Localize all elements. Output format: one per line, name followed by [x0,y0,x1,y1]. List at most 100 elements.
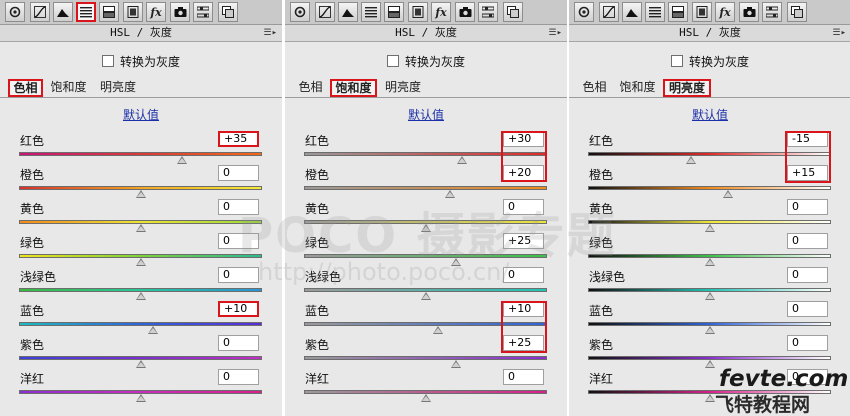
toolbar-button-fx[interactable]: fx [146,2,166,22]
slider-row-blue: 蓝色 +10 [0,301,282,335]
highlight-box-blue-purple [501,301,547,353]
slider-thumb[interactable] [704,394,715,402]
toolbar-button-mountain[interactable] [53,2,73,22]
slider-thumb[interactable] [135,292,146,300]
toolbar-button-mountain[interactable] [622,2,642,22]
toolbar-button-camera[interactable] [290,2,310,22]
toolbar-button-lens[interactable] [692,2,712,22]
convert-grayscale-row[interactable]: 转换为灰度 [569,52,850,70]
toolbar-button-snapshots[interactable] [503,2,523,22]
toolbar-button-fx[interactable]: fx [431,2,451,22]
tab-saturation[interactable]: 饱和度 [45,79,92,97]
toolbar-button-curve[interactable] [599,2,619,22]
toolbar-button-hsl[interactable] [361,2,381,22]
toolbar-button-split-tone[interactable] [384,2,404,22]
slider-label: 蓝色 [589,304,614,318]
slider-thumb[interactable] [135,190,146,198]
slider-value-field[interactable]: 0 [787,199,828,215]
slider-thumb[interactable] [420,394,431,402]
slider-track[interactable] [304,356,547,360]
slider-value-field[interactable]: 0 [218,267,259,283]
slider-thumb[interactable] [147,326,158,334]
tab-luminance[interactable]: 明亮度 [379,79,427,97]
toolbar-button-camera[interactable] [5,2,25,22]
tab-saturation[interactable]: 饱和度 [614,79,661,97]
toolbar-button-curve[interactable] [30,2,50,22]
toolbar-button-split-tone[interactable] [668,2,688,22]
slider-value-field[interactable]: 0 [503,369,544,385]
toolbar-button-presets[interactable] [478,2,498,22]
slider-track[interactable] [19,152,262,156]
default-link[interactable]: 默认值 [569,106,850,123]
slider-thumb[interactable] [420,292,431,300]
toolbar-button-camera-calibration[interactable] [455,2,475,22]
tab-luminance[interactable]: 明亮度 [94,79,142,97]
tab-hue[interactable]: 色相 [293,79,328,97]
convert-grayscale-checkbox[interactable] [386,55,399,67]
tab-luminance[interactable]: 明亮度 [663,79,711,97]
toolbar-button-hsl[interactable] [645,2,665,22]
slider-thumb[interactable] [432,326,443,334]
slider-thumb[interactable] [704,360,715,368]
slider-thumb[interactable] [704,258,715,266]
slider-label: 橙色 [589,168,614,182]
toolbar-button-camera[interactable] [574,2,594,22]
slider-track[interactable] [19,322,262,326]
slider-value-field[interactable]: 0 [787,233,828,249]
toolbar-button-fx[interactable]: fx [715,2,735,22]
toolbar-button-split-tone[interactable] [99,2,119,22]
toolbar-button-presets[interactable] [193,2,213,22]
slider-thumb[interactable] [135,224,146,232]
slider-thumb[interactable] [704,326,715,334]
slider-value-field[interactable]: 0 [218,369,259,385]
slider-thumb[interactable] [135,258,146,266]
slider-value-field[interactable]: 0 [218,335,259,351]
tab-hue[interactable]: 色相 [577,79,612,97]
toolbar-button-mountain[interactable] [338,2,358,22]
toolbar-button-camera-calibration[interactable] [170,2,190,22]
slider-thumb[interactable] [135,394,146,402]
default-link[interactable]: 默认值 [285,106,567,123]
hsl-icon [80,6,92,18]
toolbar-button-curve[interactable] [315,2,335,22]
slider-thumb[interactable] [176,156,187,164]
convert-grayscale-row[interactable]: 转换为灰度 [0,52,282,70]
slider-value-field[interactable]: 0 [218,165,259,181]
slider-thumb[interactable] [450,360,461,368]
toolbar-button-lens[interactable] [408,2,428,22]
toolbar-button-hsl[interactable] [76,2,96,22]
tab-divider [0,97,282,98]
panel-menu-icon[interactable]: ☰▸ [264,25,278,41]
slider-label: 洋红 [305,372,330,386]
slider-value-field[interactable]: 0 [787,335,828,351]
slider-thumb[interactable] [704,292,715,300]
convert-grayscale-checkbox[interactable] [670,55,683,67]
slider-value-field[interactable]: +35 [218,131,259,147]
toolbar-button-camera-calibration[interactable] [739,2,759,22]
tab-hue[interactable]: 色相 [8,79,43,97]
slider-value-field[interactable]: +10 [218,301,259,317]
slider-track[interactable] [588,186,831,190]
toolbar-button-presets[interactable] [762,2,782,22]
slider-thumb[interactable] [704,224,715,232]
toolbar-button-snapshots[interactable] [218,2,238,22]
slider-label: 红色 [305,134,330,148]
convert-grayscale-checkbox[interactable] [101,55,114,67]
slider-thumb[interactable] [686,156,697,164]
camera-icon [294,6,306,18]
slider-thumb[interactable] [722,190,733,198]
panel-menu-icon[interactable]: ☰▸ [833,25,847,41]
slider-value-field[interactable]: 0 [787,267,828,283]
tab-saturation[interactable]: 饱和度 [330,79,377,97]
tab-divider [569,97,850,98]
slider-track[interactable] [304,186,547,190]
slider-thumb[interactable] [135,360,146,368]
slider-row-purple: 紫色 0 [0,335,282,369]
toolbar-button-lens[interactable] [123,2,143,22]
panel-menu-icon[interactable]: ☰▸ [549,25,563,41]
default-link[interactable]: 默认值 [0,106,282,123]
slider-value-field[interactable]: 0 [787,301,828,317]
slider-thumb[interactable] [456,156,467,164]
convert-grayscale-row[interactable]: 转换为灰度 [285,52,567,70]
toolbar-button-snapshots[interactable] [787,2,807,22]
